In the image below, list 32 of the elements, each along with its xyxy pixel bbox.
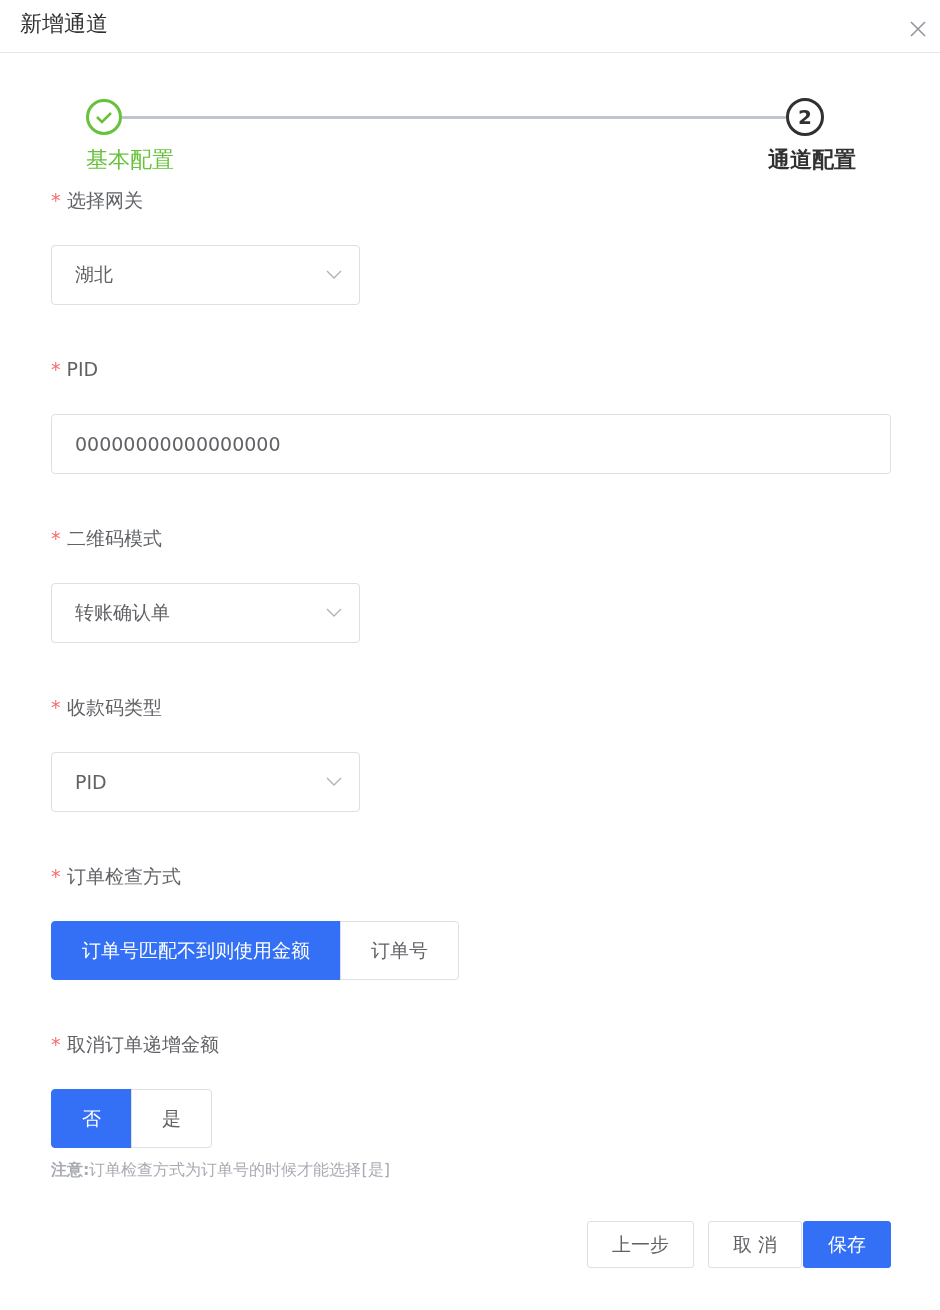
chevron-down-icon — [326, 777, 342, 787]
input-field[interactable]: 00000000000000000 — [51, 414, 891, 474]
note-text: 注意:订单检查方式为订单号的时候才能选择[是] — [51, 1160, 391, 1181]
radio-button[interactable]: 是 — [131, 1089, 212, 1148]
field-label: PID — [66, 358, 99, 380]
field-label: 收款码类型 — [66, 696, 162, 718]
field-label: 取消订单递增金额 — [66, 1033, 219, 1055]
radio-button[interactable]: 订单号 — [340, 921, 459, 980]
required-mark: * — [51, 358, 61, 380]
step-number: 2 — [786, 98, 824, 136]
field-label: 二维码模式 — [66, 527, 162, 549]
field-label: 选择网关 — [66, 189, 143, 211]
dialog-title: 新增通道 — [20, 10, 108, 38]
close-icon[interactable] — [910, 21, 926, 37]
select-field[interactable]: 转账确认单 — [51, 583, 360, 643]
chevron-down-icon — [326, 608, 342, 618]
required-mark: * — [51, 696, 61, 718]
chevron-down-icon — [326, 270, 342, 280]
save-button[interactable]: 保存 — [803, 1221, 891, 1268]
step-label: 基本配置 — [86, 146, 174, 174]
required-mark: * — [51, 865, 61, 887]
select-field[interactable]: 湖北 — [51, 245, 360, 305]
radio-button[interactable]: 订单号匹配不到则使用金额 — [51, 921, 341, 980]
required-mark: * — [51, 189, 61, 211]
step-label: 通道配置 — [768, 146, 856, 174]
required-mark: * — [51, 527, 61, 549]
field-label: 订单检查方式 — [66, 865, 181, 887]
footer-button[interactable]: 上一步 — [586, 1221, 694, 1268]
footer-button[interactable]: 取 消 — [707, 1221, 802, 1268]
required-mark: * — [51, 1033, 61, 1055]
select-field[interactable]: PID — [51, 752, 360, 812]
radio-button[interactable]: 否 — [51, 1089, 132, 1148]
